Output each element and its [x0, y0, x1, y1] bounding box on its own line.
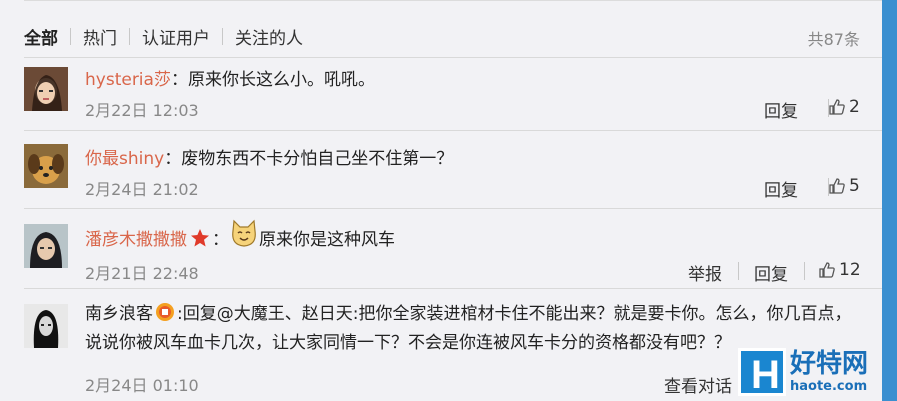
comment-time: 2月24日 21:02: [85, 180, 199, 199]
comment-text: 你最shiny：废物东西不卡分怕自己坐不住第一？: [85, 144, 453, 169]
comment-time: 2月21日 22:48: [85, 264, 199, 283]
total-count: 共87条: [807, 30, 860, 49]
thumbs-up-icon: [829, 99, 845, 115]
view-conversation-button[interactable]: 查看对话: [664, 372, 732, 397]
comment-text: hysteria莎：原来你长这么小。吼吼。: [85, 65, 375, 90]
username-link[interactable]: 你最shiny: [85, 149, 164, 169]
avatar[interactable]: [24, 67, 68, 111]
avatar[interactable]: [24, 144, 68, 188]
top-divider: [24, 0, 882, 1]
reply-button[interactable]: 回复: [764, 176, 798, 201]
reply-button[interactable]: 回复: [764, 97, 798, 122]
tab-verified-users[interactable]: 认证用户: [130, 24, 222, 49]
reply-button[interactable]: 回复: [754, 260, 788, 285]
comment-item: hysteria莎：原来你长这么小。吼吼。 2月22日 12:03 回复 2: [24, 57, 882, 130]
comment-content: ：废物东西不卡分怕自己坐不住第一？: [164, 149, 454, 169]
comment-time: 2月22日 12:03: [85, 101, 199, 120]
comments-panel: 全部 热门 认证用户 关注的人 共87条 hysteria莎：原来你长这么小。吼…: [0, 0, 882, 401]
watermark-url: haote.com: [790, 379, 868, 394]
mention-link[interactable]: @大魔王、赵日天: [217, 304, 353, 324]
like-button[interactable]: 2: [828, 97, 860, 117]
like-count: 5: [849, 176, 860, 196]
username-link[interactable]: 南乡浪客: [85, 304, 153, 324]
action-separator: [804, 262, 805, 280]
watermark-logo: H: [738, 347, 786, 397]
thumbs-up-icon: [829, 178, 845, 194]
scrollbar[interactable]: [882, 0, 897, 401]
avatar[interactable]: [24, 224, 68, 268]
tab-hot[interactable]: 热门: [71, 24, 129, 49]
comment-colon: ：: [212, 230, 229, 250]
thumbs-up-icon: [819, 262, 835, 278]
emoji-cat-icon: [232, 219, 256, 247]
star-badge-icon[interactable]: [190, 228, 210, 248]
comment-text: 潘彦木撒撒撒 ： 原来你是这种风车: [85, 219, 395, 250]
comment-item: 你最shiny：废物东西不卡分怕自己坐不住第一？ 2月24日 21:02 回复 …: [24, 130, 882, 208]
like-button[interactable]: 5: [828, 176, 860, 196]
action-separator: [738, 262, 739, 280]
tab-following[interactable]: 关注的人: [223, 24, 315, 49]
like-count: 12: [839, 260, 861, 280]
filter-tabs: 全部 热门 认证用户 关注的人: [24, 24, 315, 49]
username-link[interactable]: hysteria莎: [85, 70, 171, 90]
watermark-name: 好特网: [790, 349, 869, 379]
comment-time: 2月24日 01:10: [85, 376, 199, 395]
avatar[interactable]: [24, 304, 68, 348]
report-button[interactable]: 举报: [688, 260, 722, 285]
tab-all[interactable]: 全部: [24, 24, 70, 49]
like-button[interactable]: 12: [818, 260, 861, 280]
like-count: 2: [849, 97, 860, 117]
site-watermark: H 好特网 haote.com: [738, 342, 883, 401]
comment-content: 原来你是这种风车: [259, 230, 395, 250]
vip-badge-icon[interactable]: [154, 302, 176, 322]
comment-item: 潘彦木撒撒撒 ： 原来你是这种风车 2月21日 22:48 举报 回复 12: [24, 208, 882, 288]
comment-content: ：原来你长这么小。吼吼。: [170, 70, 375, 90]
reply-prefix: :回复: [177, 304, 217, 324]
username-link[interactable]: 潘彦木撒撒撒: [85, 225, 187, 250]
